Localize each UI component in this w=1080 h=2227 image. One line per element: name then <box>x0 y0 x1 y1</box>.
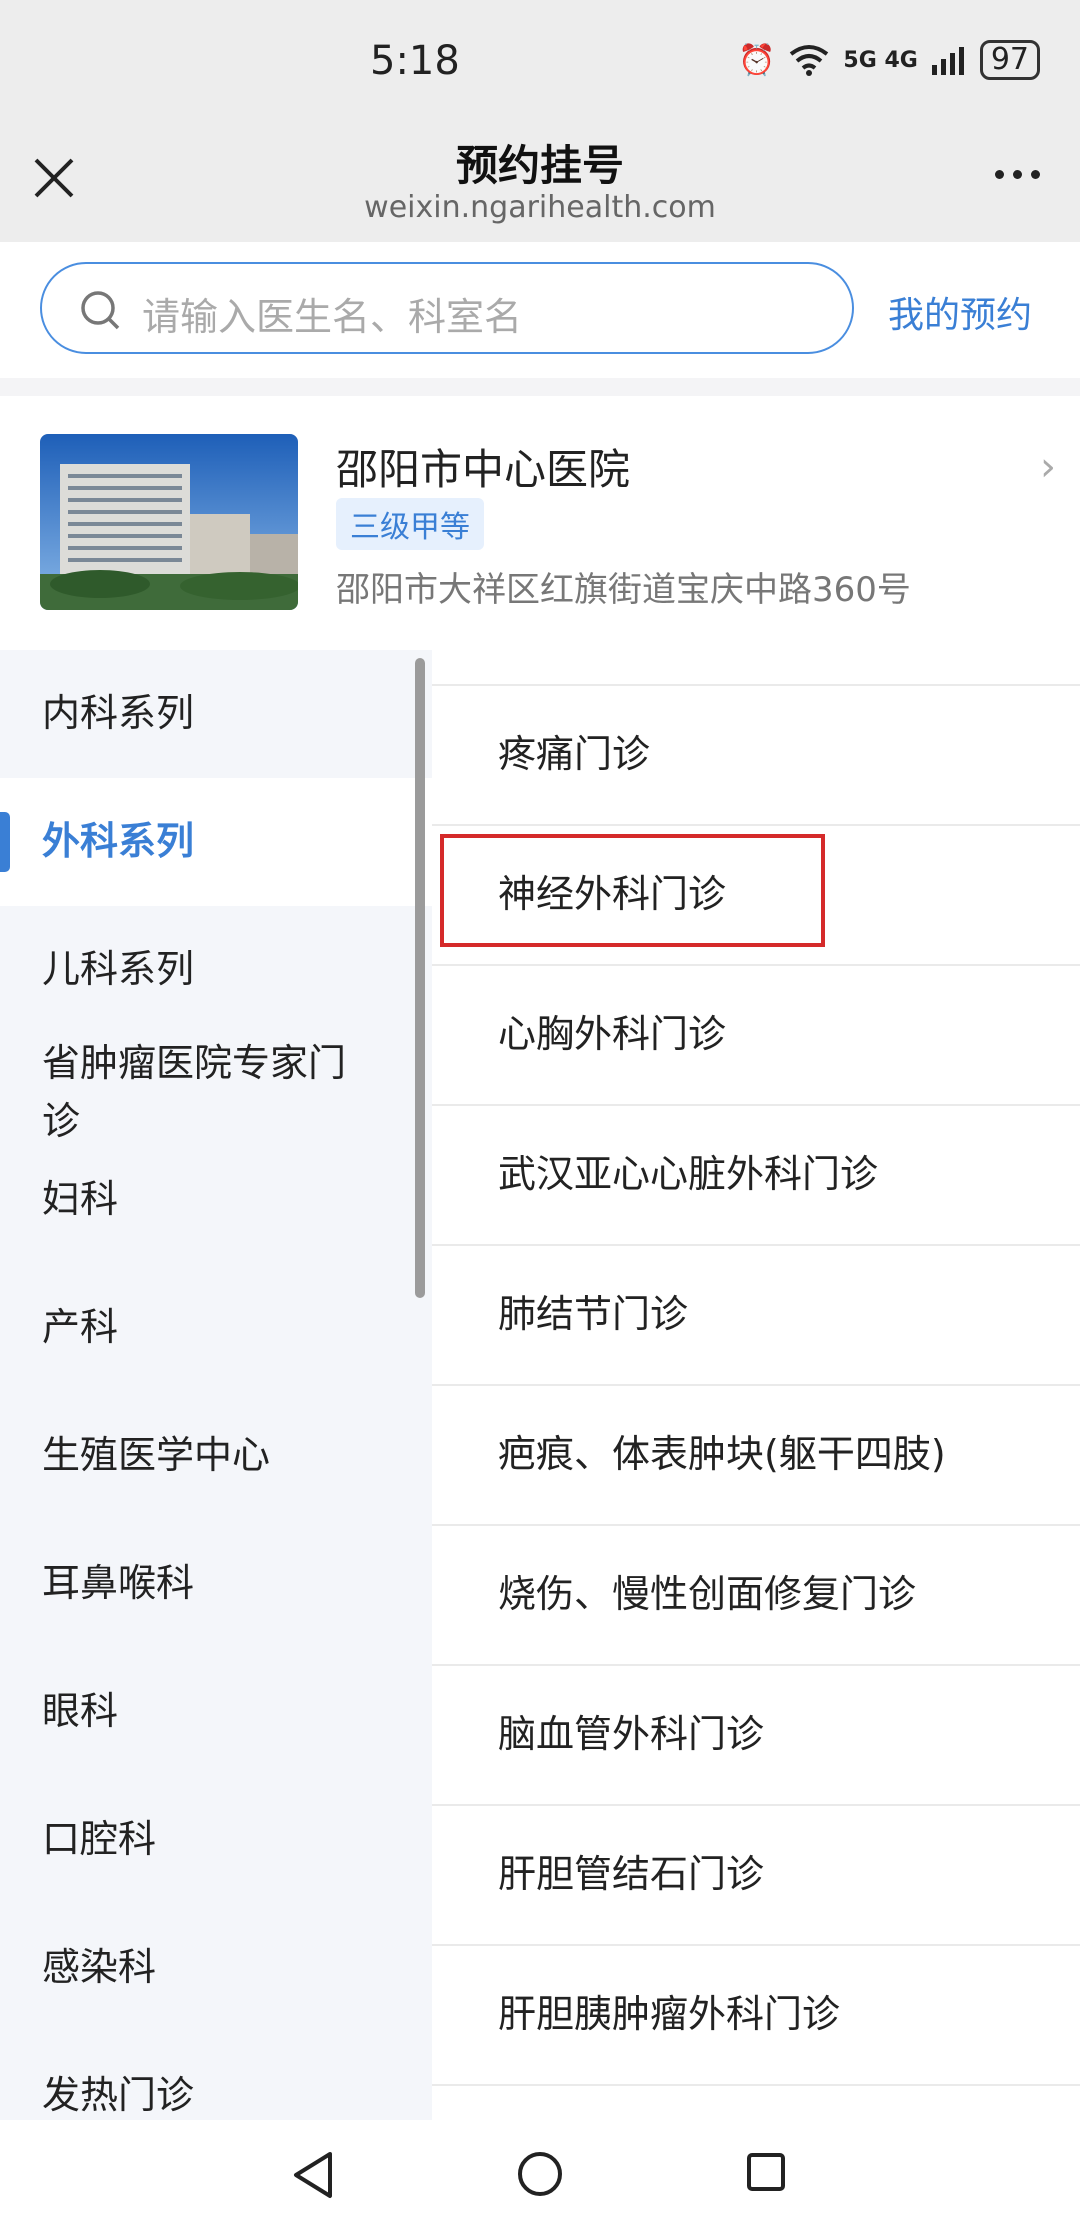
status-time: 5:18 <box>370 38 460 84</box>
highlight-box <box>440 834 825 947</box>
list-item[interactable]: 脑血管外科门诊 <box>432 1664 1080 1804</box>
department-label: 肝胆管结石门诊 <box>498 1852 765 1896</box>
sidebar-item-reproductive[interactable]: 生殖医学中心 <box>0 1418 432 1546</box>
sidebar-item-oncology[interactable]: 省肿瘤医院专家门诊 <box>0 1034 432 1162</box>
sidebar-item-label: 眼科 <box>42 1689 119 1733</box>
sidebar-item-label: 耳鼻喉科 <box>42 1561 195 1605</box>
chevron-right-icon: › <box>1040 444 1056 490</box>
nav-bar: 预约挂号 weixin.ngarihealth.com <box>0 126 1080 242</box>
sidebar-item-ophthalmology[interactable]: 眼科 <box>0 1674 432 1802</box>
search-icon <box>81 291 120 330</box>
category-sidebar: 内科系列 外科系列 儿科系列 省肿瘤医院专家门诊 妇科 产科 生殖医学中心 耳鼻… <box>0 650 432 2120</box>
list-item[interactable]: 肝胆管结石门诊 <box>432 1804 1080 1944</box>
hospital-level-badge: 三级甲等 <box>336 498 484 550</box>
status-icons: ⏰ 5G 4G 97 <box>738 40 1040 80</box>
sidebar-item-fever[interactable]: 发热门诊 <box>0 2058 432 2120</box>
list-item[interactable]: 心胸外科门诊 <box>432 964 1080 1104</box>
department-label: 疤痕、体表肿块(躯干四肢) <box>498 1432 946 1476</box>
back-icon[interactable] <box>290 2150 336 2200</box>
my-appointments-link[interactable]: 我的预约 <box>888 286 1032 338</box>
department-label: 肝胆胰肿瘤外科门诊 <box>498 1992 841 2036</box>
department-label: 烧伤、慢性创面修复门诊 <box>498 1572 917 1616</box>
hospital-name: 邵阳市中心医院 <box>336 445 631 494</box>
search-row: 请输入医生名、科室名 我的预约 <box>0 242 1080 378</box>
department-label: 肺结节门诊 <box>498 1292 689 1336</box>
sidebar-item-label: 儿科系列 <box>42 947 195 991</box>
status-bar: 5:18 ⏰ 5G 4G 97 <box>0 0 1080 126</box>
sidebar-item-internal[interactable]: 内科系列 <box>0 650 432 778</box>
department-label: 脑血管外科门诊 <box>498 1712 765 1756</box>
department-label: 疼痛门诊 <box>498 732 651 776</box>
sidebar-item-label: 感染科 <box>42 1945 157 1989</box>
sidebar-item-label: 产科 <box>42 1305 119 1349</box>
more-icon[interactable] <box>995 170 1040 179</box>
sidebar-item-infection[interactable]: 感染科 <box>0 1930 432 2058</box>
list-item[interactable]: 疤痕、体表肿块(躯干四肢) <box>432 1384 1080 1524</box>
sidebar-item-label: 省肿瘤医院专家门诊 <box>42 1041 347 1143</box>
department-label: 心胸外科门诊 <box>498 1012 727 1056</box>
sidebar-item-obstetrics[interactable]: 产科 <box>0 1290 432 1418</box>
sidebar-item-dental[interactable]: 口腔科 <box>0 1802 432 1930</box>
sidebar-item-surgery[interactable]: 外科系列 <box>0 778 432 906</box>
sidebar-item-gynecology[interactable]: 妇科 <box>0 1162 432 1290</box>
system-navigation <box>0 2120 1080 2227</box>
search-input[interactable]: 请输入医生名、科室名 <box>40 262 854 354</box>
hospital-address: 邵阳市大祥区红旗街道宝庆中路360号 <box>336 570 911 610</box>
active-indicator <box>0 812 10 872</box>
sidebar-item-label: 发热门诊 <box>42 2073 195 2117</box>
list-item[interactable] <box>432 2084 1080 2120</box>
department-label: 武汉亚心心脏外科门诊 <box>498 1152 879 1196</box>
signal-icon <box>931 47 964 75</box>
list-item[interactable]: 肺结节门诊 <box>432 1244 1080 1384</box>
alarm-icon: ⏰ <box>738 42 776 78</box>
list-item[interactable]: 烧伤、慢性创面修复门诊 <box>432 1524 1080 1664</box>
sidebar-item-pediatrics[interactable]: 儿科系列 <box>0 906 432 1034</box>
page-domain: weixin.ngarihealth.com <box>364 190 716 225</box>
sidebar-item-ent[interactable]: 耳鼻喉科 <box>0 1546 432 1674</box>
divider <box>0 378 1080 396</box>
hospital-card[interactable]: 邵阳市中心医院 三级甲等 邵阳市大祥区红旗街道宝庆中路360号 › <box>0 396 1080 650</box>
battery-icon: 97 <box>979 40 1040 80</box>
sidebar-item-label: 外科系列 <box>42 819 195 863</box>
sidebar-item-label: 口腔科 <box>42 1817 157 1861</box>
list-item[interactable]: 武汉亚心心脏外科门诊 <box>432 1104 1080 1244</box>
hospital-photo <box>40 434 298 610</box>
sidebar-item-label: 生殖医学中心 <box>42 1433 271 1477</box>
list-item[interactable]: 疼痛门诊 <box>432 684 1080 824</box>
list-item[interactable]: 肝胆胰肿瘤外科门诊 <box>432 1944 1080 2084</box>
scrollbar[interactable] <box>415 658 425 1298</box>
recent-apps-icon[interactable] <box>746 2152 786 2192</box>
sidebar-item-label: 妇科 <box>42 1177 119 1221</box>
home-icon[interactable] <box>516 2150 564 2198</box>
network-label: 5G 4G <box>843 47 918 73</box>
page-title: 预约挂号 <box>455 141 624 190</box>
sidebar-item-label: 内科系列 <box>42 691 195 735</box>
wifi-icon <box>790 45 829 76</box>
search-placeholder: 请输入医生名、科室名 <box>142 295 523 339</box>
